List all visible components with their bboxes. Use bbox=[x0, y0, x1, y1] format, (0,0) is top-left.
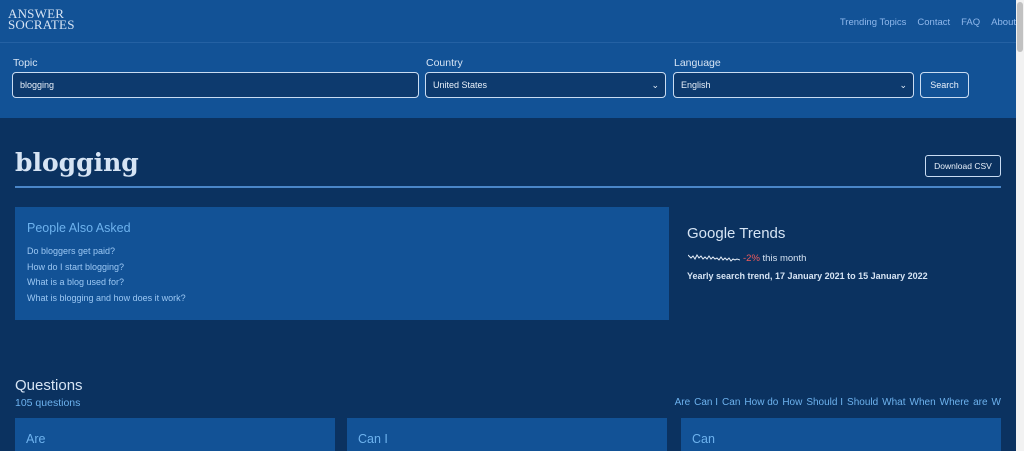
topic-label: Topic bbox=[13, 57, 38, 69]
trend-change: -2% this month bbox=[743, 253, 806, 264]
country-select[interactable]: United States ⌄ bbox=[425, 72, 666, 98]
header-divider bbox=[0, 42, 1016, 43]
trend-sparkline bbox=[688, 254, 740, 262]
page-title: blogging bbox=[15, 148, 139, 177]
nav-faq[interactable]: FAQ bbox=[961, 17, 980, 28]
question-card-can: Can bbox=[681, 418, 1001, 451]
filter-are[interactable]: Are bbox=[675, 397, 691, 408]
google-trends-heading: Google Trends bbox=[687, 225, 786, 242]
filter-what[interactable]: What bbox=[882, 397, 905, 408]
language-select[interactable]: English ⌄ bbox=[673, 72, 914, 98]
filter-should[interactable]: Should bbox=[847, 397, 878, 408]
nav-trending-topics[interactable]: Trending Topics bbox=[840, 17, 907, 28]
search-button[interactable]: Search bbox=[920, 72, 969, 98]
nav-contact[interactable]: Contact bbox=[917, 17, 950, 28]
filter-are-lower[interactable]: are bbox=[973, 397, 987, 408]
topic-input[interactable]: blogging bbox=[12, 72, 419, 98]
language-label: Language bbox=[674, 57, 721, 69]
questions-count: 105 questions bbox=[15, 397, 81, 409]
paa-question[interactable]: What is blogging and how does it work? bbox=[27, 293, 186, 309]
questions-heading: Questions bbox=[15, 377, 83, 394]
filter-when[interactable]: When bbox=[910, 397, 936, 408]
title-divider bbox=[15, 186, 1001, 188]
paa-question[interactable]: How do I start blogging? bbox=[27, 262, 186, 278]
chevron-down-icon: ⌄ bbox=[899, 80, 907, 90]
question-card-are: Are bbox=[15, 418, 335, 451]
question-filter-links: Are Can I Can How do How Should I Should… bbox=[675, 397, 1001, 408]
trend-change-suffix: this month bbox=[762, 253, 807, 264]
chevron-down-icon: ⌄ bbox=[651, 80, 659, 90]
download-csv-button[interactable]: Download CSV bbox=[925, 155, 1001, 177]
filter-can[interactable]: Can bbox=[722, 397, 740, 408]
nav-about[interactable]: About bbox=[991, 17, 1016, 28]
trend-range: Yearly search trend, 17 January 2021 to … bbox=[687, 271, 928, 281]
question-card-title: Can bbox=[692, 432, 715, 446]
top-nav: Trending Topics Contact FAQ About bbox=[840, 17, 1016, 28]
people-also-asked-panel: People Also Asked Do bloggers get paid? … bbox=[15, 207, 669, 320]
answer-socrates-logo[interactable]: ANSWER SOCRATES bbox=[8, 7, 75, 32]
topic-input-value: blogging bbox=[20, 80, 55, 90]
people-also-asked-list: Do bloggers get paid? How do I start blo… bbox=[27, 246, 186, 308]
trend-change-percent: -2% bbox=[743, 253, 760, 264]
filter-how[interactable]: How bbox=[782, 397, 802, 408]
filter-should-i[interactable]: Should I bbox=[806, 397, 843, 408]
question-card-can-i: Can I bbox=[347, 418, 667, 451]
filter-how-do[interactable]: How do bbox=[744, 397, 778, 408]
paa-question[interactable]: Do bloggers get paid? bbox=[27, 246, 186, 262]
scrollbar[interactable] bbox=[1016, 0, 1024, 451]
question-card-title: Are bbox=[26, 432, 46, 446]
filter-can-i[interactable]: Can I bbox=[694, 397, 718, 408]
paa-question[interactable]: What is a blog used for? bbox=[27, 277, 186, 293]
logo-line-2: SOCRATES bbox=[8, 17, 75, 32]
language-select-value: English bbox=[681, 80, 711, 90]
filter-where[interactable]: Where bbox=[940, 397, 969, 408]
country-select-value: United States bbox=[433, 80, 488, 90]
country-label: Country bbox=[426, 57, 463, 69]
question-card-title: Can I bbox=[358, 432, 388, 446]
scrollbar-thumb[interactable] bbox=[1017, 2, 1023, 52]
filter-w[interactable]: W bbox=[992, 397, 1001, 408]
people-also-asked-heading: People Also Asked bbox=[27, 221, 131, 235]
